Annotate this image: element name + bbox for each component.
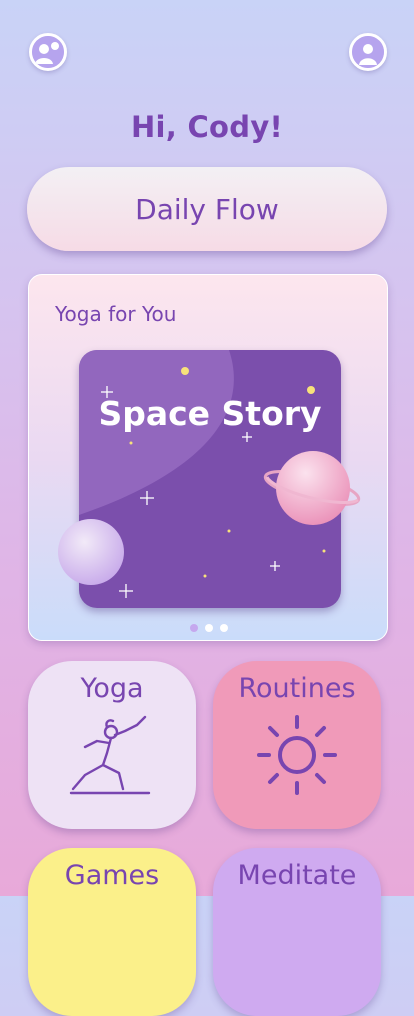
routines-tile[interactable]: Routines [213, 661, 381, 829]
small-planet-icon [58, 519, 124, 585]
user-profile-icon [352, 36, 384, 68]
carousel-dot[interactable] [205, 624, 213, 632]
card-title: Yoga for You [55, 302, 177, 326]
yoga-label: Yoga [80, 673, 144, 704]
routines-label: Routines [238, 673, 356, 704]
user-profile-icon [32, 36, 64, 68]
yoga-tile[interactable]: Yoga [28, 661, 196, 829]
ringed-planet-icon [263, 451, 361, 525]
space-story-tile[interactable]: Space Story [58, 350, 361, 608]
carousel-dot[interactable] [220, 624, 228, 632]
profile-button-left[interactable] [29, 33, 67, 71]
yoga-for-you-card: Yoga for You Space Story [28, 274, 388, 641]
sun-icon [257, 715, 337, 795]
meditate-tile[interactable]: Meditate [213, 848, 381, 1016]
greeting-heading: Hi, Cody! [130, 110, 284, 144]
daily-flow-button[interactable]: Daily Flow [27, 167, 387, 251]
carousel-dot[interactable] [190, 624, 198, 632]
games-label: Games [64, 860, 160, 891]
yoga-pose-icon [69, 715, 151, 795]
meditate-label: Meditate [237, 860, 357, 891]
daily-flow-label: Daily Flow [135, 192, 279, 226]
carousel-indicator[interactable] [29, 624, 389, 632]
games-tile[interactable]: Games [28, 848, 196, 1016]
profile-button-right[interactable] [349, 33, 387, 71]
story-title: Space Story [98, 394, 322, 433]
